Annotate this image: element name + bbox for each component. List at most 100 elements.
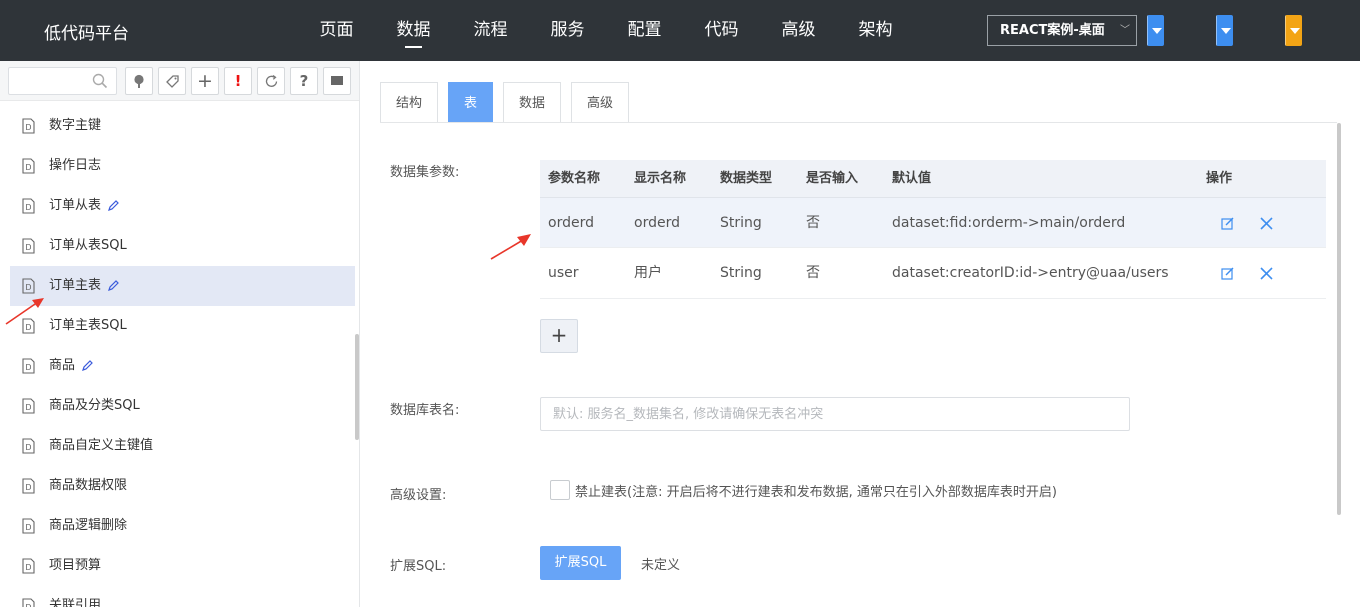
tree-item-label: 商品及分类SQL (49, 398, 140, 413)
tree-item-label: 数字主键 (49, 118, 102, 133)
help-icon[interactable]: ? (290, 67, 318, 95)
is-input-cell: 否 (806, 265, 820, 281)
edit-icon[interactable] (1221, 217, 1234, 230)
preview-dropdown-caret-icon[interactable] (1216, 15, 1233, 46)
app-brand: 低代码平台 (44, 24, 129, 44)
main-scrollbar[interactable] (1337, 123, 1341, 515)
param-name-cell: orderd (548, 215, 594, 231)
publish-dropdown-caret-icon[interactable] (1285, 15, 1302, 46)
tree-item[interactable]: D 数字主键 (10, 106, 355, 146)
edit-icon[interactable] (1221, 267, 1234, 280)
table-row[interactable]: orderd orderd String 否 dataset:fid:order… (540, 197, 1326, 248)
comment-icon[interactable] (323, 67, 351, 95)
tree-scrollbar[interactable] (355, 334, 359, 440)
tab-data[interactable]: 数据 (503, 82, 562, 123)
alert-icon[interactable]: ! (224, 67, 252, 95)
actions-cell (1206, 248, 1326, 298)
display-name-cell: 用户 (634, 265, 662, 281)
add-param-button[interactable]: + (540, 319, 578, 353)
data-type-cell: String (720, 265, 762, 281)
col-header-display-name: 显示名称 (634, 171, 687, 186)
annotation-arrow-icon (490, 234, 531, 260)
tree-item-label: 订单从表 (49, 198, 102, 213)
delete-icon[interactable] (1260, 217, 1273, 230)
document-icon: D (22, 598, 35, 607)
save-dropdown-caret-icon[interactable] (1147, 15, 1164, 46)
nav-item-code[interactable]: 代码 (683, 0, 760, 61)
disable-create-table-checkbox[interactable] (550, 480, 570, 500)
tree-item-label: 商品 (49, 358, 76, 373)
svg-text:D: D (25, 203, 31, 212)
tree-item[interactable]: D 商品自定义主键值 (10, 426, 355, 466)
publish-split-button: 发布 (1285, 15, 1302, 46)
display-name-cell: orderd (634, 215, 680, 231)
tree-item-label: 关联引用 (49, 598, 102, 607)
nav-item-flow[interactable]: 流程 (452, 0, 529, 61)
nav-item-advanced[interactable]: 高级 (760, 0, 837, 61)
tree-toolbar: + ! ? (0, 61, 359, 101)
nav-item-architecture[interactable]: 架构 (837, 0, 914, 61)
tree-search-box[interactable] (8, 67, 117, 95)
project-select-value: REACT案例-桌面 (1000, 23, 1105, 38)
add-icon[interactable]: + (191, 67, 219, 95)
tree-item[interactable]: D 商品 (10, 346, 355, 386)
detail-tabs: 结构 表 数据 高级 (380, 82, 639, 123)
project-select[interactable]: REACT案例-桌面 ﹀ (987, 15, 1137, 46)
nav-item-service[interactable]: 服务 (529, 0, 606, 61)
tree-item-label: 订单主表SQL (49, 318, 127, 333)
tree-view-icon[interactable] (125, 67, 153, 95)
document-icon: D (22, 358, 35, 374)
col-header-actions: 操作 (1206, 171, 1233, 186)
svg-text:D: D (25, 563, 31, 572)
tree-item[interactable]: D 订单从表SQL (10, 226, 355, 266)
svg-text:D: D (25, 483, 31, 492)
ext-sql-button[interactable]: 扩展SQL (540, 546, 621, 580)
delete-icon[interactable] (1260, 267, 1273, 280)
main-content: 结构 表 数据 高级 数据集参数: 参数名称 显示名称 数据类型 是否输入 默认… (361, 61, 1360, 607)
document-icon: D (22, 158, 35, 174)
save-split-button: 保存 (1147, 15, 1164, 46)
pencil-icon[interactable] (81, 359, 93, 372)
tree-item[interactable]: D 订单主表SQL (10, 306, 355, 346)
document-icon: D (22, 238, 35, 254)
nav-item-data[interactable]: 数据 (375, 0, 452, 61)
annotation-arrow-icon (5, 298, 44, 325)
params-table: 参数名称 显示名称 数据类型 是否输入 默认值 操作 orderd orderd… (540, 160, 1326, 299)
svg-text:D: D (25, 443, 31, 452)
is-input-cell: 否 (806, 215, 820, 231)
svg-text:D: D (25, 603, 31, 607)
tree-item[interactable]: D 商品逻辑删除 (10, 506, 355, 546)
nav-item-config[interactable]: 配置 (606, 0, 683, 61)
dataset-params-label: 数据集参数: (390, 165, 460, 180)
preview-split-button: 预览 (1216, 15, 1233, 46)
tag-icon[interactable] (158, 67, 186, 95)
tab-divider (380, 122, 1337, 123)
col-header-param-name: 参数名称 (548, 171, 601, 186)
tree-item[interactable]: D 商品数据权限 (10, 466, 355, 506)
tree-item[interactable]: D 订单主表 (10, 266, 355, 306)
param-name-cell: user (548, 265, 579, 281)
document-icon: D (22, 558, 35, 574)
tab-structure[interactable]: 结构 (380, 82, 439, 123)
document-icon: D (22, 438, 35, 454)
tree-item[interactable]: D 项目预算 (10, 546, 355, 586)
tree-item[interactable]: D 订单从表 (10, 186, 355, 226)
tab-table[interactable]: 表 (448, 82, 494, 123)
tab-advanced[interactable]: 高级 (571, 82, 630, 123)
nav-item-pages[interactable]: 页面 (298, 0, 375, 61)
db-table-name-input[interactable] (540, 397, 1130, 431)
tree-item-label: 商品数据权限 (49, 478, 128, 493)
tree-item-label: 商品自定义主键值 (49, 438, 154, 453)
pencil-icon[interactable] (107, 279, 119, 292)
pencil-icon[interactable] (107, 199, 119, 212)
tree-item-label: 项目预算 (49, 558, 102, 573)
tree-item[interactable]: D 操作日志 (10, 146, 355, 186)
tree-item[interactable]: D 关联引用 (10, 586, 355, 607)
tree-item-label: 订单主表 (49, 278, 102, 293)
svg-text:D: D (25, 523, 31, 532)
table-row[interactable]: user 用户 String 否 dataset:creatorID:id->e… (540, 248, 1326, 299)
disable-create-table-text: 禁止建表(注意: 开启后将不进行建表和发布数据, 通常只在引入外部数据库表时开启… (575, 485, 1057, 500)
tree-item[interactable]: D 商品及分类SQL (10, 386, 355, 426)
data-type-cell: String (720, 215, 762, 231)
refresh-icon[interactable] (257, 67, 285, 95)
